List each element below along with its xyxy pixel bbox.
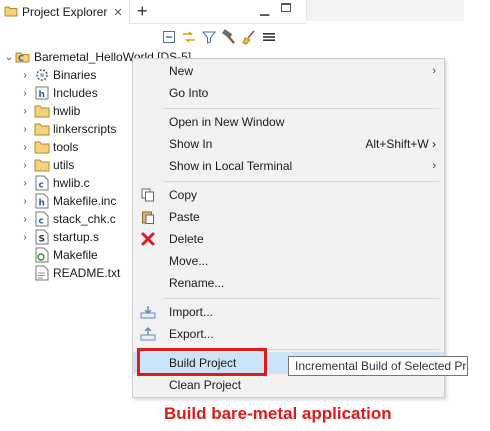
folder-icon bbox=[34, 139, 50, 155]
makefile-icon bbox=[34, 247, 50, 263]
collapse-all-icon[interactable] bbox=[160, 28, 178, 46]
menu-item-copy[interactable]: Copy bbox=[133, 184, 444, 206]
svg-text:C: C bbox=[18, 54, 24, 63]
tree-item[interactable]: › utils bbox=[20, 156, 74, 174]
menu-item-paste[interactable]: Paste bbox=[133, 206, 444, 228]
new-tab-plus-icon[interactable]: + bbox=[137, 1, 148, 21]
menu-item-clean-project[interactable]: Clean Project bbox=[133, 374, 444, 396]
context-menu: New › Go Into Open in New Window Show In… bbox=[132, 58, 445, 398]
maximize-icon[interactable] bbox=[281, 3, 291, 12]
tree-item-label: Binaries bbox=[53, 68, 97, 82]
svg-text:c: c bbox=[39, 217, 44, 227]
chevron-right-icon[interactable]: › bbox=[20, 124, 30, 135]
tree-item-label: stack_chk.c bbox=[53, 212, 116, 226]
chevron-right-icon[interactable]: › bbox=[20, 88, 30, 99]
folder-icon bbox=[34, 157, 50, 173]
tree-item[interactable]: › c stack_chk.c bbox=[20, 210, 116, 228]
tree-item-label: Includes bbox=[53, 86, 98, 100]
tab-project-explorer[interactable]: Project Explorer ✕ bbox=[0, 0, 130, 24]
c-project-icon: C bbox=[15, 49, 31, 65]
tree-item[interactable]: › h Makefile.inc bbox=[20, 192, 116, 210]
build-hammer-icon[interactable] bbox=[220, 28, 238, 46]
chevron-right-icon[interactable]: › bbox=[20, 232, 30, 243]
svg-text:h: h bbox=[39, 90, 45, 100]
chevron-right-icon[interactable]: › bbox=[20, 196, 30, 207]
minimize-icon[interactable]: ▁ bbox=[260, 2, 269, 16]
tree-item[interactable]: › linkerscripts bbox=[20, 120, 116, 138]
tree-item[interactable]: › c hwlib.c bbox=[20, 174, 90, 192]
tree-item-label: tools bbox=[53, 140, 79, 154]
tree-item[interactable]: › tools bbox=[20, 138, 78, 156]
menu-item-new[interactable]: New › bbox=[133, 60, 444, 82]
menu-separator bbox=[163, 108, 439, 109]
s-file-icon: S bbox=[34, 229, 50, 245]
menu-item-export[interactable]: Export... bbox=[133, 323, 444, 345]
menu-item-import[interactable]: Import... bbox=[133, 301, 444, 323]
submenu-arrow-icon: › bbox=[432, 65, 436, 77]
chevron-right-icon[interactable]: › bbox=[20, 160, 30, 171]
paste-icon bbox=[140, 209, 156, 225]
tree-item-label: startup.s bbox=[53, 230, 100, 244]
import-icon bbox=[140, 304, 156, 320]
tree-item-label: Makefile bbox=[53, 248, 98, 262]
svg-text:h: h bbox=[39, 199, 45, 209]
c-file-icon: c bbox=[34, 211, 50, 227]
submenu-arrow-icon: › bbox=[432, 160, 436, 172]
copy-icon bbox=[140, 187, 156, 203]
chevron-right-icon[interactable]: › bbox=[20, 70, 30, 81]
h-file-icon: h bbox=[34, 193, 50, 209]
filter-icon[interactable] bbox=[200, 28, 218, 46]
annotation-caption: Build bare-metal application bbox=[164, 404, 392, 423]
menu-item-rename[interactable]: Rename... bbox=[133, 272, 444, 294]
link-with-editor-icon[interactable] bbox=[180, 28, 198, 46]
binaries-icon bbox=[34, 67, 50, 83]
menu-item-open-in-new-window[interactable]: Open in New Window bbox=[133, 111, 444, 133]
tree-item-label: utils bbox=[53, 158, 75, 172]
folder-icon bbox=[34, 121, 50, 137]
tree-item-label: Makefile.inc bbox=[53, 194, 117, 208]
export-icon bbox=[140, 326, 156, 342]
menu-item-show-in[interactable]: Show In Alt+Shift+W › bbox=[133, 133, 444, 155]
explorer-toolbar bbox=[160, 28, 278, 46]
tree-item[interactable]: › h Includes bbox=[20, 84, 98, 102]
menu-item-show-in-local-terminal[interactable]: Show in Local Terminal › bbox=[133, 155, 444, 177]
menu-item-move[interactable]: Move... bbox=[133, 250, 444, 272]
project-explorer-icon bbox=[4, 4, 18, 21]
tree-item[interactable]: › S startup.s bbox=[20, 228, 99, 246]
tree-item[interactable]: README.txt bbox=[20, 264, 120, 282]
view-tab-bar: Project Explorer ✕ + ▁ bbox=[0, 0, 306, 24]
shortcut-text: Alt+Shift+W › bbox=[365, 137, 436, 151]
menu-item-go-into[interactable]: Go Into bbox=[133, 82, 444, 104]
editor-area bbox=[306, 0, 464, 21]
chevron-right-icon[interactable]: › bbox=[20, 214, 30, 225]
svg-text:S: S bbox=[39, 235, 45, 245]
tree-item[interactable]: › Binaries bbox=[20, 66, 96, 84]
c-file-icon: c bbox=[34, 175, 50, 191]
includes-icon: h bbox=[34, 85, 50, 101]
tree-item[interactable]: Makefile bbox=[20, 246, 98, 264]
chevron-right-icon[interactable]: › bbox=[20, 142, 30, 153]
chevron-down-icon[interactable]: ⌄ bbox=[4, 52, 14, 63]
menu-separator bbox=[163, 298, 439, 299]
chevron-right-icon[interactable]: › bbox=[20, 178, 30, 189]
tree-item-label: linkerscripts bbox=[53, 122, 117, 136]
folder-icon bbox=[34, 103, 50, 119]
menu-separator bbox=[163, 181, 439, 182]
tree-item-label: README.txt bbox=[53, 266, 121, 280]
menu-item-delete[interactable]: Delete bbox=[133, 228, 444, 250]
delete-x-icon bbox=[140, 231, 156, 247]
close-icon[interactable]: ✕ bbox=[113, 6, 122, 19]
tab-label: Project Explorer bbox=[22, 5, 108, 19]
view-menu-icon[interactable] bbox=[260, 28, 278, 46]
tooltip: Incremental Build of Selected Pr bbox=[288, 356, 468, 376]
tree-item[interactable]: › hwlib bbox=[20, 102, 80, 120]
text-file-icon bbox=[34, 265, 50, 281]
chevron-right-icon[interactable]: › bbox=[20, 106, 30, 117]
clean-broom-icon[interactable] bbox=[240, 28, 258, 46]
svg-text:c: c bbox=[39, 181, 44, 191]
tree-item-label: hwlib bbox=[53, 104, 81, 118]
tree-item-label: hwlib.c bbox=[53, 176, 90, 190]
highlight-box bbox=[137, 348, 267, 376]
